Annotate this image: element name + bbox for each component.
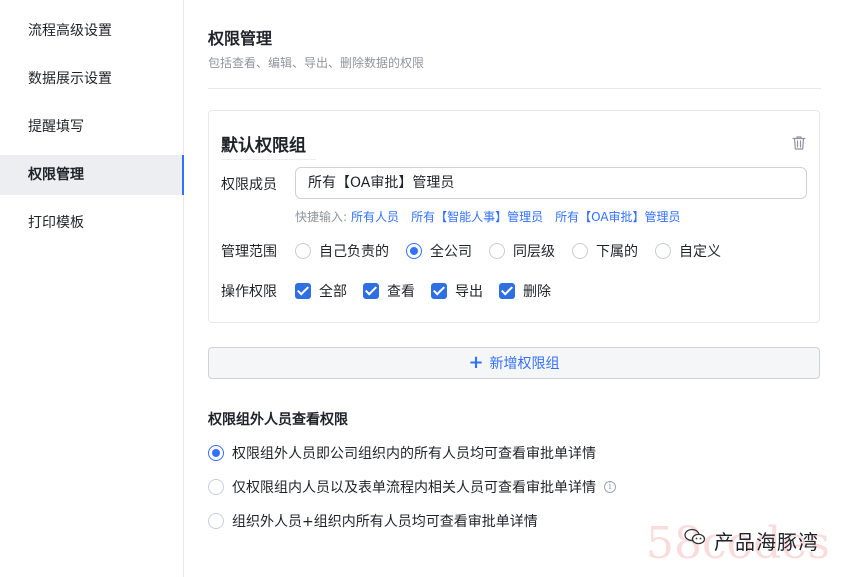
outside-option-label: 仅权限组内人员以及表单流程内相关人员可查看审批单详情: [232, 480, 596, 496]
quick-link-hr-admins[interactable]: 所有【智能人事】管理员: [411, 210, 543, 224]
sidebar-item-permissions[interactable]: 权限管理: [0, 155, 184, 195]
outside-option-label: 组织外人员+组织内所有人员均可查看审批单详情: [232, 514, 538, 530]
ops-option-all[interactable]: 全部: [295, 281, 347, 301]
ops-option-label: 全部: [319, 284, 347, 300]
ops-option-delete[interactable]: 删除: [499, 281, 551, 301]
radio-button[interactable]: [655, 243, 671, 259]
checkbox-checked[interactable]: [363, 283, 379, 299]
ops-option-label: 删除: [523, 284, 551, 300]
info-icon[interactable]: i: [604, 481, 616, 493]
quick-input-label: 快捷输入:: [295, 210, 348, 224]
ops-option-export[interactable]: 导出: [431, 281, 483, 301]
outside-option-label: 权限组外人员即公司组织内的所有人员均可查看审批单详情: [232, 446, 596, 462]
radio-button[interactable]: [489, 243, 505, 259]
radio-button[interactable]: [295, 243, 311, 259]
permission-group-card: 默认权限组 权限成员 所有【OA审批】管理员 快捷输入: 所有人员 所有【智能人事】…: [208, 110, 820, 323]
quick-link-all-staff[interactable]: 所有人员: [351, 210, 399, 224]
scope-radio-group: 自己负责的 全公司 同层级 下属的 自定义: [295, 241, 738, 261]
outside-option-group-only[interactable]: 仅权限组内人员以及表单流程内相关人员可查看审批单详情 i: [208, 477, 616, 497]
sidebar-item-reminder[interactable]: 提醒填写: [0, 107, 183, 147]
checkbox-checked[interactable]: [499, 283, 515, 299]
trash-icon[interactable]: [792, 135, 806, 151]
group-title[interactable]: 默认权限组: [221, 131, 316, 160]
add-group-label: 新增权限组: [489, 356, 560, 372]
divider: [208, 88, 821, 89]
scope-option-subordinate[interactable]: 下属的: [572, 241, 638, 261]
sidebar-item-data-display[interactable]: 数据展示设置: [0, 59, 183, 99]
scope-option-same-level[interactable]: 同层级: [489, 241, 555, 261]
radio-button[interactable]: [572, 243, 588, 259]
quick-link-oa-admins[interactable]: 所有【OA审批】管理员: [555, 210, 680, 224]
ops-label: 操作权限: [221, 284, 277, 300]
main-panel: 权限管理 包括查看、编辑、导出、删除数据的权限 默认权限组 权限成员 所有【OA…: [185, 0, 847, 577]
sidebar-item-flow-advanced[interactable]: 流程高级设置: [0, 11, 183, 51]
outside-option-company[interactable]: 权限组外人员即公司组织内的所有人员均可查看审批单详情: [208, 443, 596, 463]
plus-icon: +: [468, 352, 484, 373]
scope-option-custom[interactable]: 自定义: [655, 241, 721, 261]
page-description: 包括查看、编辑、导出、删除数据的权限: [208, 56, 425, 70]
scope-option-company[interactable]: 全公司: [406, 241, 472, 261]
member-label: 权限成员: [221, 177, 277, 193]
scope-option-label: 自定义: [679, 244, 721, 260]
checkbox-checked[interactable]: [295, 283, 311, 299]
ops-option-label: 导出: [455, 284, 483, 300]
member-input[interactable]: 所有【OA审批】管理员: [295, 167, 807, 199]
scope-option-own[interactable]: 自己负责的: [295, 241, 389, 261]
sidebar-item-print-template[interactable]: 打印模板: [0, 203, 183, 243]
ops-checkbox-group: 全部 查看 导出 删除: [295, 281, 567, 301]
sidebar: 流程高级设置 数据展示设置 提醒填写 权限管理 打印模板: [0, 0, 184, 577]
ops-option-label: 查看: [387, 284, 415, 300]
add-group-button[interactable]: + 新增权限组: [208, 347, 820, 379]
wechat-icon: [684, 528, 706, 545]
quick-input: 快捷输入: 所有人员 所有【智能人事】管理员 所有【OA审批】管理员: [295, 208, 681, 225]
radio-button-selected[interactable]: [208, 445, 224, 461]
scope-option-label: 自己负责的: [319, 244, 389, 260]
radio-button[interactable]: [208, 479, 224, 495]
radio-button[interactable]: [208, 513, 224, 529]
checkbox-checked[interactable]: [431, 283, 447, 299]
ops-option-view[interactable]: 查看: [363, 281, 415, 301]
outside-permission-title: 权限组外人员查看权限: [208, 412, 348, 428]
scope-label: 管理范围: [221, 244, 277, 260]
scope-option-label: 同层级: [513, 244, 555, 260]
scope-option-label: 下属的: [596, 244, 638, 260]
watermark-text: 产品海豚湾: [714, 530, 819, 554]
radio-button-selected[interactable]: [406, 243, 422, 259]
scope-option-label: 全公司: [430, 244, 472, 260]
page-title: 权限管理: [208, 29, 273, 48]
outside-option-external[interactable]: 组织外人员+组织内所有人员均可查看审批单详情: [208, 511, 538, 531]
